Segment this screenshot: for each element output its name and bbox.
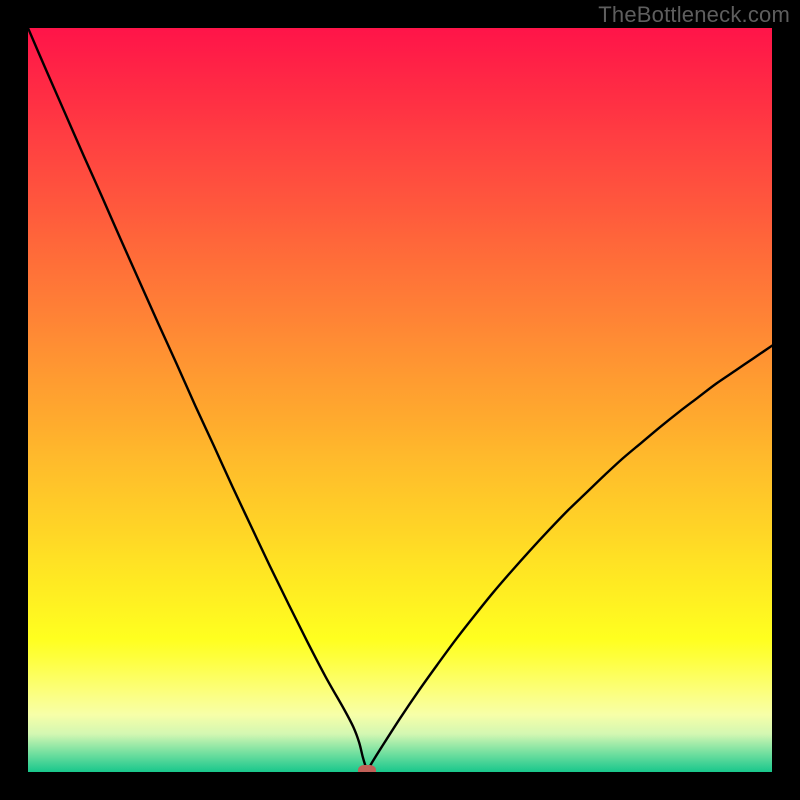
watermark-text: TheBottleneck.com	[598, 2, 790, 28]
bottleneck-chart-svg	[28, 28, 772, 772]
gradient-background	[28, 28, 772, 772]
plot-area	[28, 28, 772, 772]
optimum-marker-icon	[358, 765, 376, 773]
chart-frame: TheBottleneck.com	[0, 0, 800, 800]
